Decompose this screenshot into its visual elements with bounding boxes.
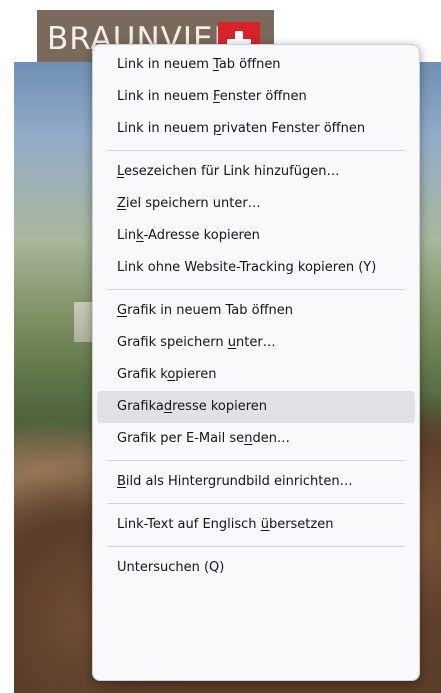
menu-item-bookmark-link[interactable]: Lesezeichen für Link hinzufügen…: [97, 156, 415, 188]
menu-item-label: Grafik speichern: [117, 335, 228, 350]
menu-item-open-link-private-window[interactable]: Link in neuem privaten Fenster öffnen: [97, 113, 415, 145]
menu-item-label: den…: [252, 431, 290, 446]
menu-item-accesskey: d: [163, 399, 173, 414]
menu-item-label: ab öffnen: [218, 57, 281, 72]
menu-item-label: pieren: [175, 367, 217, 382]
menu-item-copy-image[interactable]: Grafik kopieren: [97, 359, 415, 391]
menu-item-open-link-new-tab[interactable]: Link in neuem Tab öffnen: [97, 49, 415, 81]
menu-item-label: Grafika: [117, 399, 164, 414]
menu-item-accesskey: F: [213, 89, 220, 104]
menu-item-copy-link-address[interactable]: Link-Adresse kopieren: [97, 220, 415, 252]
menu-item-accesskey: ü: [260, 517, 269, 532]
menu-separator: [107, 150, 405, 151]
menu-item-save-link-as[interactable]: Ziel speichern unter…: [97, 188, 415, 220]
menu-item-label: Link in neuem: [117, 89, 214, 104]
menu-item-accesskey: k: [136, 228, 144, 243]
menu-item-label: Link in neuem: [117, 121, 214, 136]
menu-item-label: rafik in neuem Tab öffnen: [127, 303, 294, 318]
menu-item-translate-link-text[interactable]: Link-Text auf Englisch übersetzen: [97, 509, 415, 541]
menu-item-accesskey: G: [117, 303, 128, 318]
menu-separator: [107, 503, 405, 504]
menu-item-set-as-desktop-background[interactable]: Bild als Hintergrundbild einrichten…: [97, 466, 415, 498]
menu-item-label: nter…: [236, 335, 276, 350]
menu-item-save-image-as[interactable]: Grafik speichern unter…: [97, 327, 415, 359]
menu-item-email-image[interactable]: Grafik per E-Mail senden…: [97, 423, 415, 455]
menu-item-accesskey: L: [117, 164, 125, 179]
menu-item-label: Link ohne Website-Tracking kopieren (Y): [117, 260, 377, 275]
menu-item-label: ild als Hintergrundbild einrichten…: [125, 474, 353, 489]
menu-item-label: esezeichen für Link hinzufügen…: [124, 164, 340, 179]
menu-separator: [107, 546, 405, 547]
menu-item-label: Untersuchen (Q): [117, 560, 225, 575]
menu-item-open-image-new-tab[interactable]: Grafik in neuem Tab öffnen: [97, 295, 415, 327]
menu-item-label: enster öffnen: [219, 89, 307, 104]
menu-item-label: iel speichern unter…: [125, 196, 261, 211]
menu-item-label: Link in neuem: [117, 57, 214, 72]
menu-item-label: Lin: [117, 228, 137, 243]
menu-item-copy-link-without-tracking[interactable]: Link ohne Website-Tracking kopieren (Y): [97, 252, 415, 284]
menu-item-label: Link-Text auf Englisch: [117, 517, 261, 532]
menu-item-accesskey: Z: [117, 196, 126, 211]
menu-item-copy-image-address[interactable]: Grafikadresse kopieren: [97, 391, 415, 423]
menu-item-label: Grafik k: [117, 367, 168, 382]
menu-item-label: Grafik per E-Mail se: [117, 431, 245, 446]
menu-item-accesskey: u: [227, 335, 236, 350]
menu-item-label: resse kopieren: [172, 399, 268, 414]
context-menu: Link in neuem Tab öffnen Link in neuem Fe…: [92, 44, 420, 681]
menu-item-label: rivaten Fenster öffnen: [221, 121, 366, 136]
menu-item-accesskey: B: [117, 474, 126, 489]
menu-item-inspect[interactable]: Untersuchen (Q): [97, 552, 415, 584]
menu-item-label: bersetzen: [268, 517, 334, 532]
menu-separator: [107, 460, 405, 461]
menu-separator: [107, 289, 405, 290]
menu-item-label: -Adresse kopieren: [143, 228, 260, 243]
menu-item-open-link-new-window[interactable]: Link in neuem Fenster öffnen: [97, 81, 415, 113]
